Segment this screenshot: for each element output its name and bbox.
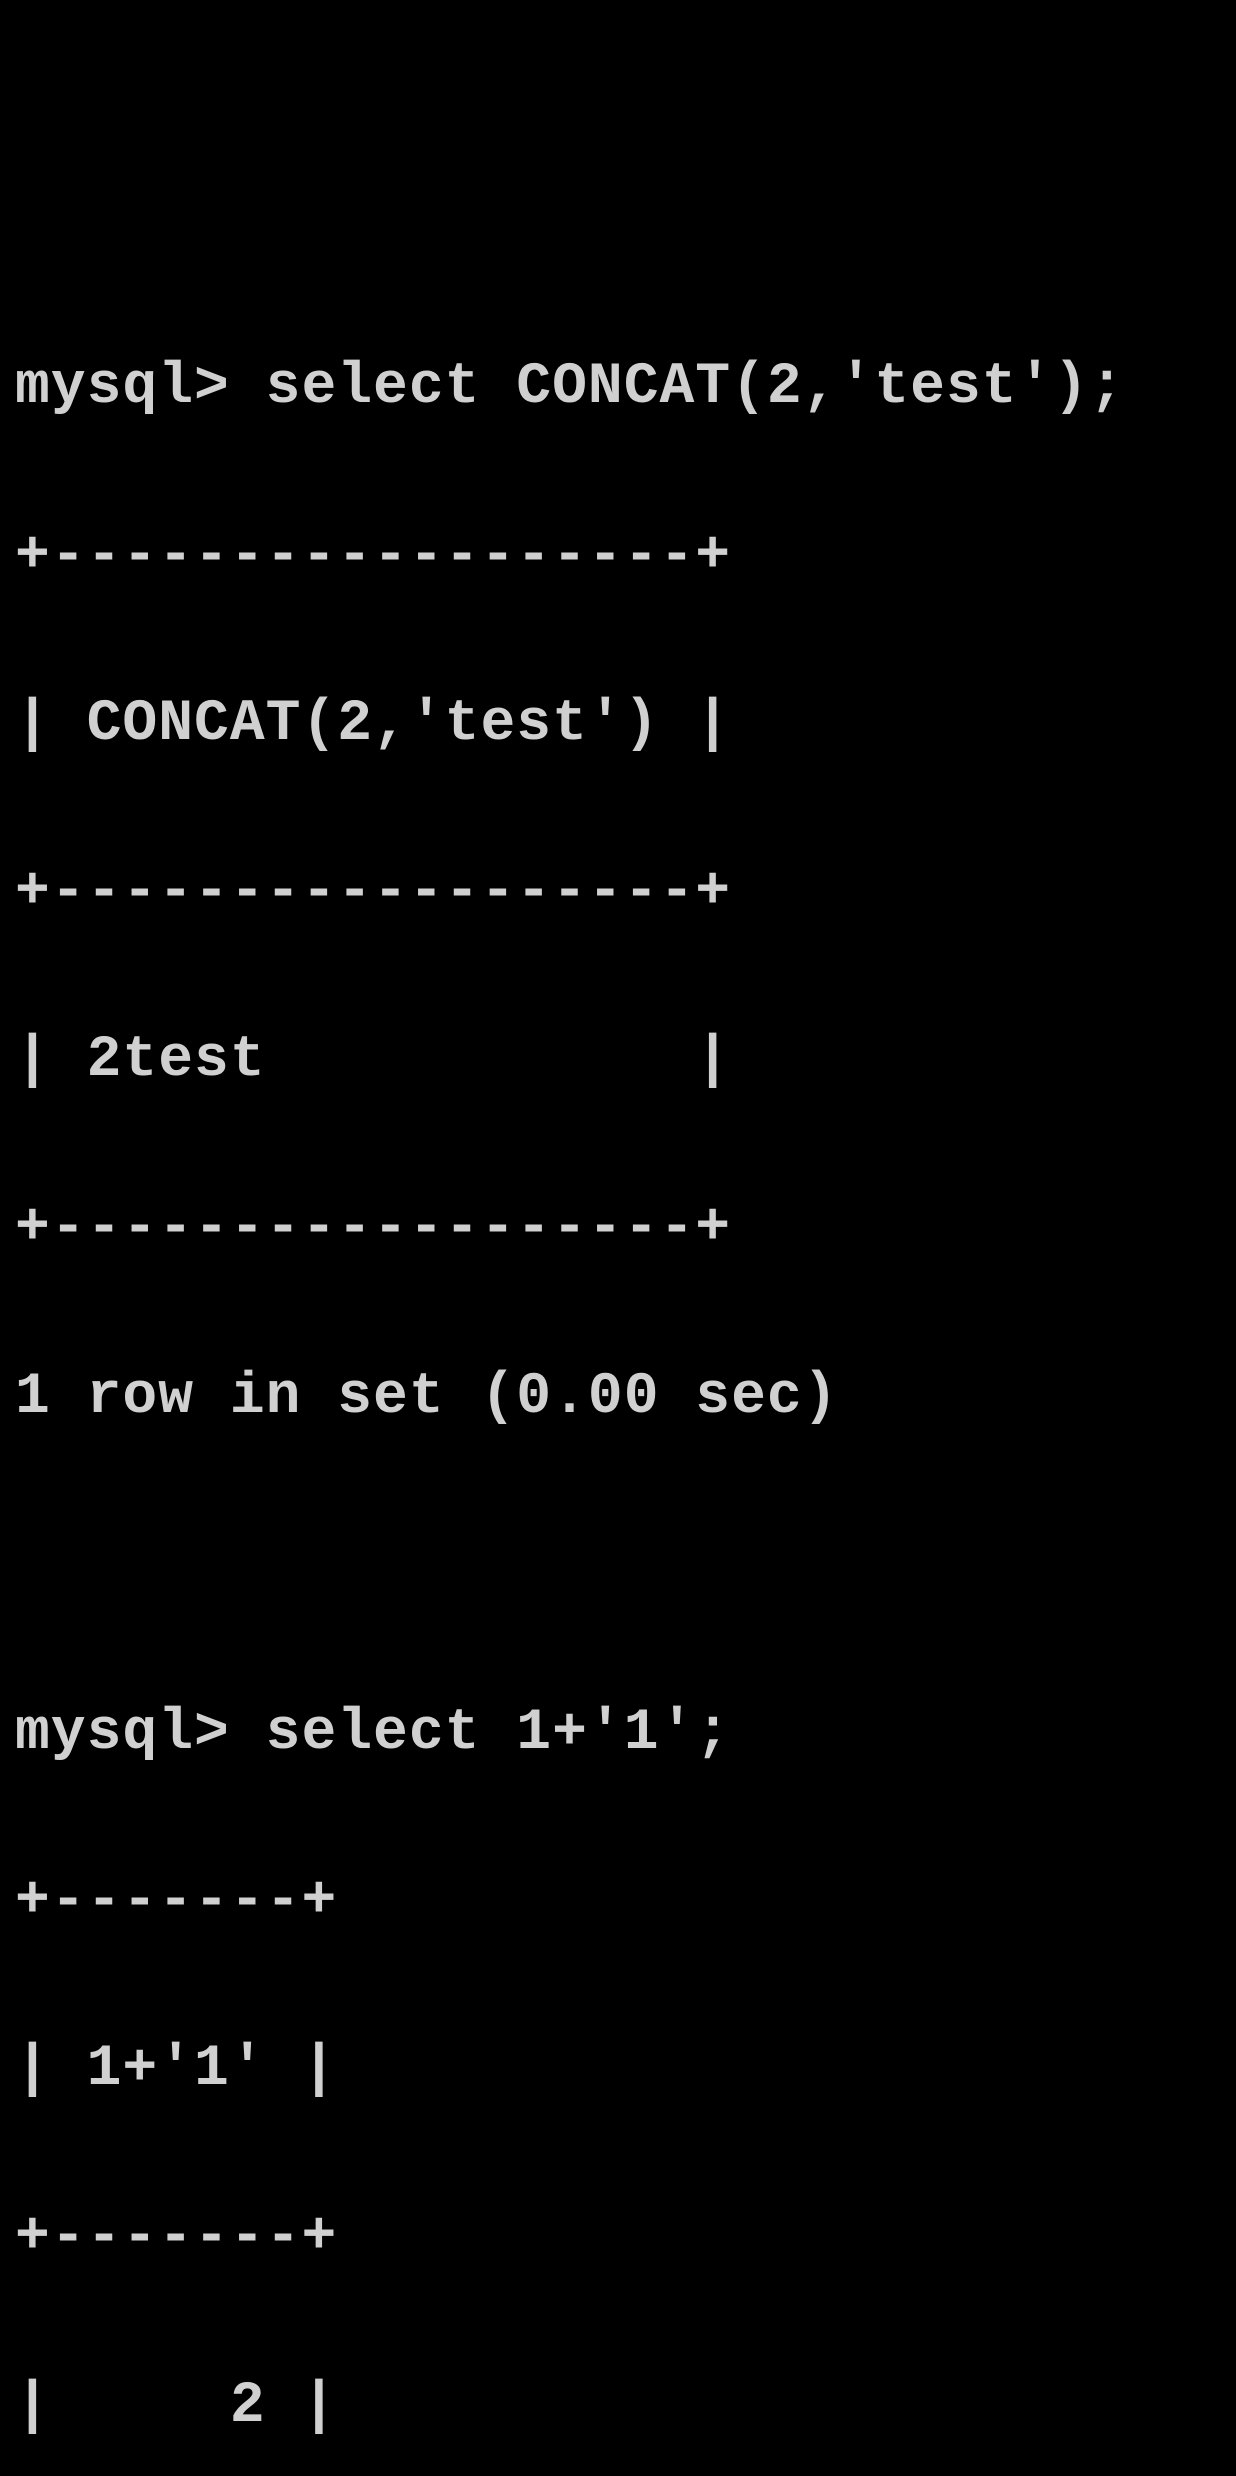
table-header: | CONCAT(2,'test') |	[15, 683, 1221, 767]
table-border: +------------------+	[15, 515, 1221, 599]
table-header: | 1+'1' |	[15, 2028, 1221, 2112]
table-border: +-------+	[15, 1860, 1221, 1944]
terminal-prompt-line: mysql> select 1+'1';	[15, 1692, 1221, 1776]
table-row: | 2test |	[15, 1019, 1221, 1103]
table-border: +------------------+	[15, 851, 1221, 935]
table-row: | 2 |	[15, 2365, 1221, 2449]
table-border: +------------------+	[15, 1187, 1221, 1271]
blank-line	[15, 1524, 1221, 1608]
table-border: +-------+	[15, 2196, 1221, 2280]
terminal-prompt-line: mysql> select CONCAT(2,'test');	[15, 346, 1221, 430]
status-line: 1 row in set (0.00 sec)	[15, 1356, 1221, 1440]
